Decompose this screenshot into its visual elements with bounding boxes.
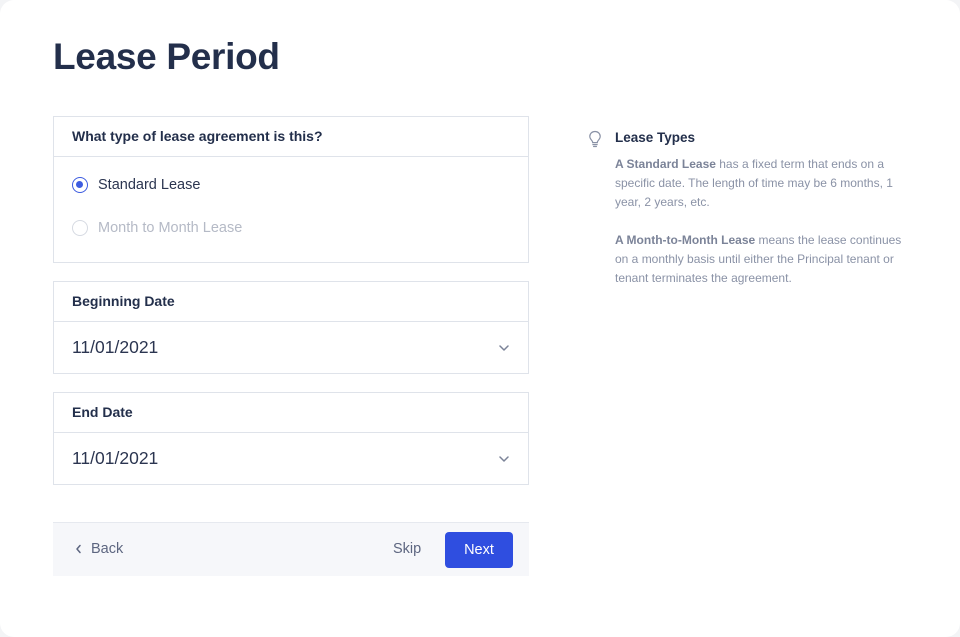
standard-lease-description: A Standard Lease has a fixed term that e… xyxy=(615,155,913,212)
lease-type-question: What type of lease agreement is this? xyxy=(54,117,528,157)
lightbulb-icon xyxy=(589,130,601,148)
end-date-select[interactable]: 11/01/2021 xyxy=(54,433,528,484)
end-date-panel: End Date 11/01/2021 xyxy=(53,392,529,485)
back-button[interactable]: Back xyxy=(75,541,123,557)
radio-label: Month to Month Lease xyxy=(98,220,243,236)
lease-type-panel: What type of lease agreement is this? St… xyxy=(53,116,529,263)
chevron-down-icon xyxy=(499,344,509,351)
chevron-down-icon xyxy=(499,455,509,462)
page-title: Lease Period xyxy=(53,36,280,77)
back-label: Back xyxy=(91,541,124,557)
end-date-label: End Date xyxy=(54,393,528,433)
lease-period-card: Lease Period What type of lease agreemen… xyxy=(0,0,960,637)
month-lease-description: A Month-to-Month Lease means the lease c… xyxy=(615,231,913,288)
radio-checked-icon[interactable] xyxy=(72,177,88,193)
radio-unchecked-icon[interactable] xyxy=(72,220,88,236)
beginning-date-select[interactable]: 11/01/2021 xyxy=(54,322,528,373)
skip-button[interactable]: Skip xyxy=(393,541,421,557)
next-button[interactable]: Next xyxy=(445,532,513,568)
beginning-date-value: 11/01/2021 xyxy=(72,337,159,357)
radio-month-to-month-lease[interactable]: Month to Month Lease xyxy=(72,220,242,236)
end-date-value: 11/01/2021 xyxy=(72,448,159,468)
beginning-date-panel: Beginning Date 11/01/2021 xyxy=(53,281,529,374)
chevron-left-icon xyxy=(76,544,81,554)
month-lease-term: A Month-to-Month Lease xyxy=(615,233,756,247)
radio-label: Standard Lease xyxy=(98,177,201,193)
beginning-date-label: Beginning Date xyxy=(54,282,528,322)
info-title: Lease Types xyxy=(615,130,696,145)
radio-standard-lease[interactable]: Standard Lease xyxy=(72,177,200,193)
form-footer: Back Skip Next xyxy=(53,522,529,576)
standard-lease-term: A Standard Lease xyxy=(615,157,716,171)
